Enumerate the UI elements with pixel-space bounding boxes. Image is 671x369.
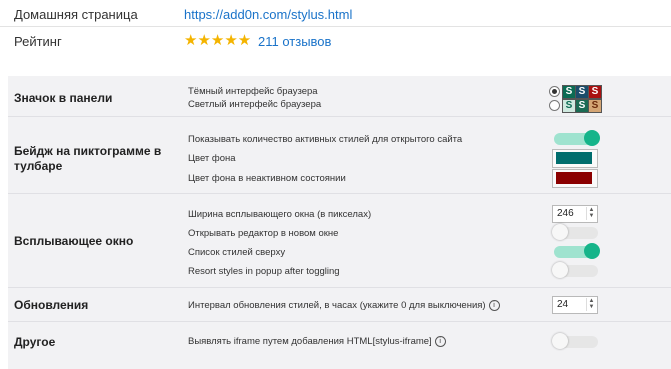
homepage-link[interactable]: https://add0n.com/stylus.html <box>184 7 352 22</box>
homepage-row: Домашняя страница https://add0n.com/styl… <box>0 0 671 27</box>
reviews-link[interactable]: 211 отзывов <box>258 34 331 49</box>
popup-width-value: 246 <box>557 208 574 219</box>
settings-panel: Значок в панели Тёмный интерфейс браузер… <box>8 76 671 369</box>
show-count-toggle[interactable] <box>554 130 600 146</box>
dark-theme-radio[interactable] <box>549 86 560 97</box>
light-theme-radio[interactable] <box>549 100 560 111</box>
info-icon[interactable]: i <box>488 300 500 311</box>
update-interval-label: Интервал обновления стилей, в часах (ука… <box>188 300 500 311</box>
info-icon[interactable]: i <box>434 336 446 347</box>
popup-width-label: Ширина всплывающего окна (в пикселах) <box>188 209 372 220</box>
popup-width-input[interactable]: 246 ▲ ▼ <box>552 205 598 223</box>
bg-inactive-color-picker[interactable] <box>552 169 598 188</box>
dark-theme-label: Тёмный интерфейс браузера <box>188 86 318 97</box>
rating-row: Рейтинг ★★★★★ 211 отзывов <box>0 27 671 55</box>
spin-buttons-icon[interactable]: ▲ ▼ <box>586 207 596 220</box>
stylus-light-icon: S <box>575 99 589 113</box>
bg-inactive-label: Цвет фона в неактивном состоянии <box>188 173 346 184</box>
section-title: Обновления <box>14 298 89 312</box>
stylus-light-icon: S <box>588 99 602 113</box>
toggle-knob <box>552 333 568 349</box>
stylus-dark-icon: S <box>575 85 589 99</box>
section-badge: Бейдж на пиктограмме в тулбаре Показыват… <box>8 117 671 194</box>
bg-inactive-color-swatch <box>556 172 592 184</box>
section-other: Другое Выявлять iframe путем добавления … <box>8 322 671 358</box>
toggle-knob <box>584 243 600 259</box>
toggle-knob <box>584 130 600 146</box>
section-title: Другое <box>14 335 56 349</box>
stylus-dark-icon: S <box>588 85 602 99</box>
section-updates: Обновления Интервал обновления стилей, в… <box>8 288 671 322</box>
stylus-light-icon: S <box>562 99 576 113</box>
update-interval-value: 24 <box>557 299 569 310</box>
list-top-toggle[interactable] <box>554 243 600 259</box>
list-top-label: Список стилей сверху <box>188 247 286 258</box>
open-editor-label: Открывать редактор в новом окне <box>188 228 339 239</box>
toggle-knob <box>552 262 568 278</box>
stylus-dark-icon: S <box>562 85 576 99</box>
rating-stars-icon: ★★★★★ <box>184 32 252 49</box>
section-title: Всплывающее окно <box>14 234 134 248</box>
resort-label: Resort styles in popup after toggling <box>188 266 340 277</box>
bg-color-swatch <box>556 152 592 164</box>
bg-color-picker[interactable] <box>552 149 598 168</box>
bg-color-label: Цвет фона <box>188 153 236 164</box>
light-theme-label: Светлый интерфейс браузера <box>188 99 322 110</box>
section-popup: Всплывающее окно Ширина всплывающего окн… <box>8 194 671 288</box>
spin-buttons-icon[interactable]: ▲ ▼ <box>586 298 596 311</box>
iframe-toggle[interactable] <box>552 333 598 349</box>
update-interval-input[interactable]: 24 ▲ ▼ <box>552 296 598 314</box>
toggle-knob <box>552 224 568 240</box>
iframe-label: Выявлять iframe путем добавления HTML[st… <box>188 336 446 347</box>
show-count-label: Показывать количество активных стилей дл… <box>188 134 463 145</box>
homepage-label: Домашняя страница <box>14 7 138 22</box>
extension-info: Домашняя страница https://add0n.com/styl… <box>0 0 671 60</box>
resort-toggle[interactable] <box>552 262 598 278</box>
section-toolbar-icon: Значок в панели Тёмный интерфейс браузер… <box>8 76 671 117</box>
open-editor-toggle[interactable] <box>552 224 598 240</box>
section-title: Значок в панели <box>14 91 113 105</box>
section-title: Бейдж на пиктограмме в тулбаре <box>14 144 162 173</box>
rating-label: Рейтинг <box>14 34 62 49</box>
